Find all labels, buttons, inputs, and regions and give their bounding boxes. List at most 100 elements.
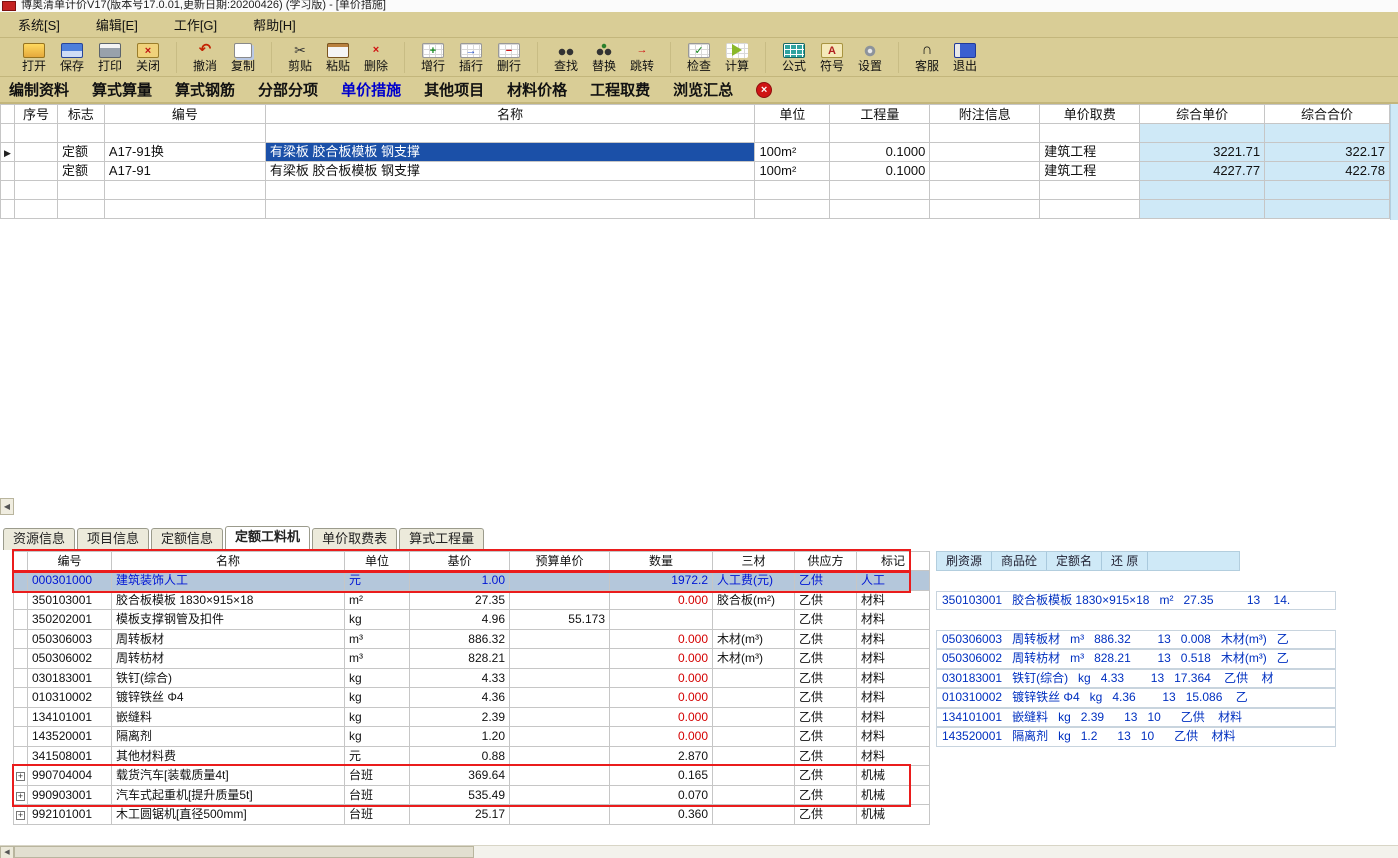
cell-supplier[interactable]: 乙供 bbox=[795, 571, 857, 591]
col-header-price[interactable]: 综合单价 bbox=[1140, 104, 1266, 124]
cell-unit[interactable]: m³ bbox=[345, 629, 410, 649]
expand-cell[interactable]: + bbox=[14, 668, 28, 688]
cell-base-price[interactable]: 27.35 bbox=[410, 590, 510, 610]
cell-total[interactable]: 322.17 bbox=[1265, 143, 1390, 162]
col-header-base-price[interactable]: 基价 bbox=[410, 551, 510, 571]
expand-plus-icon[interactable]: + bbox=[16, 791, 25, 801]
col-header-flag[interactable]: 标志 bbox=[57, 104, 105, 124]
nav-tab[interactable]: 工程取费 bbox=[590, 79, 650, 100]
cell-supplier[interactable]: 乙供 bbox=[795, 629, 857, 649]
cell-name[interactable]: 胶合板模板 1830×915×18 bbox=[112, 590, 345, 610]
cell-base-price[interactable]: 4.33 bbox=[410, 668, 510, 688]
cell-name[interactable]: 镀锌铁丝 Φ4 bbox=[112, 688, 345, 708]
cell-code[interactable]: 341508001 bbox=[28, 746, 112, 766]
cell-budget-price[interactable] bbox=[510, 707, 610, 727]
cell-supplier[interactable]: 乙供 bbox=[795, 727, 857, 747]
side-row[interactable]: 030183001 铁钉(综合) kg 4.33 13 17.364 乙供 材 bbox=[936, 668, 1336, 688]
expand-cell[interactable]: + bbox=[14, 571, 28, 591]
col-header-qty[interactable]: 工程量 bbox=[830, 104, 931, 124]
cell-seq[interactable] bbox=[14, 200, 58, 219]
cell-qty[interactable]: 0.000 bbox=[610, 727, 713, 747]
nav-tab[interactable]: 材料价格 bbox=[507, 79, 567, 100]
expand-cell[interactable]: + bbox=[14, 590, 28, 610]
cell-supplier[interactable]: 乙供 bbox=[795, 805, 857, 825]
cell-material[interactable] bbox=[713, 707, 795, 727]
detail-tab[interactable]: 算式工程量 bbox=[399, 528, 485, 550]
cell-total[interactable] bbox=[1265, 124, 1390, 143]
expand-cell[interactable]: + bbox=[14, 707, 28, 727]
cell-base-price[interactable]: 0.88 bbox=[410, 746, 510, 766]
cell-code[interactable]: 000301000 bbox=[28, 571, 112, 591]
cell-seq[interactable] bbox=[14, 181, 58, 200]
detail-tab[interactable]: 单价取费表 bbox=[312, 528, 398, 550]
cell-qty[interactable]: 0.1000 bbox=[830, 162, 931, 181]
toolbar-button[interactable]: 查找 bbox=[547, 42, 585, 73]
close-tab-icon[interactable]: × bbox=[756, 81, 773, 98]
cell-note[interactable] bbox=[930, 162, 1041, 181]
cell-code[interactable]: 134101001 bbox=[28, 707, 112, 727]
cell-supplier[interactable]: 乙供 bbox=[795, 590, 857, 610]
estimate-row[interactable]: ▶ 定额 A17-91换 有梁板 胶合板模板 钢支撑 100m² 0.1000 … bbox=[1, 143, 1390, 162]
cell-budget-price[interactable] bbox=[510, 571, 610, 591]
cell-qty[interactable]: 0.000 bbox=[610, 590, 713, 610]
cell-unit[interactable]: kg bbox=[345, 668, 410, 688]
cell-code[interactable]: 990704004 bbox=[28, 766, 112, 786]
scrollbar-thumb[interactable] bbox=[14, 846, 474, 858]
col-header-seq[interactable]: 序号 bbox=[14, 104, 58, 124]
cell-supplier[interactable]: 乙供 bbox=[795, 766, 857, 786]
cell-price[interactable] bbox=[1140, 200, 1266, 219]
toolbar-button[interactable]: 粘贴 bbox=[319, 42, 357, 73]
toolbar-button[interactable]: 保存 bbox=[53, 42, 91, 73]
cell-supplier[interactable]: 乙供 bbox=[795, 688, 857, 708]
expand-cell[interactable]: + bbox=[14, 688, 28, 708]
detail-row[interactable]: + 990704004 载货汽车[装载质量4t] 台班 369.64 0.165… bbox=[14, 766, 930, 786]
cell-name[interactable]: 载货汽车[装载质量4t] bbox=[112, 766, 345, 786]
detail-row[interactable]: + 350202001 模板支撑钢管及扣件 kg 4.96 55.173 乙供 … bbox=[14, 610, 930, 630]
bottom-horizontal-scrollbar[interactable]: ◀ bbox=[0, 845, 1398, 858]
col-header-total[interactable]: 综合合价 bbox=[1265, 104, 1390, 124]
side-row[interactable]: 143520001 隔离剂 kg 1.2 13 10 乙供 材料 bbox=[936, 727, 1336, 747]
cell-total[interactable]: 422.78 bbox=[1265, 162, 1390, 181]
cell-unit[interactable]: kg bbox=[345, 707, 410, 727]
toolbar-button[interactable]: 剪贴 bbox=[281, 42, 319, 73]
cell-mark[interactable]: 材料 bbox=[857, 707, 930, 727]
cell-unit[interactable] bbox=[755, 124, 831, 143]
cell-fee[interactable] bbox=[1040, 124, 1141, 143]
cell-price[interactable]: 3221.71 bbox=[1140, 143, 1266, 162]
cell-mark[interactable]: 机械 bbox=[857, 805, 930, 825]
cell-material[interactable] bbox=[713, 727, 795, 747]
cell-name[interactable]: 汽车式起重机[提升质量5t] bbox=[112, 785, 345, 805]
cell-qty[interactable] bbox=[610, 610, 713, 630]
cell-mark[interactable]: 材料 bbox=[857, 649, 930, 669]
cell-base-price[interactable]: 535.49 bbox=[410, 785, 510, 805]
menu-item[interactable]: 帮助[H] bbox=[253, 15, 296, 34]
cell-code[interactable]: 143520001 bbox=[28, 727, 112, 747]
cell-name[interactable]: 嵌缝料 bbox=[112, 707, 345, 727]
cell-flag[interactable] bbox=[57, 181, 105, 200]
expand-cell[interactable]: + bbox=[14, 785, 28, 805]
detail-row[interactable]: + 030183001 铁钉(综合) kg 4.33 0.000 乙供 材料 bbox=[14, 668, 930, 688]
cell-code[interactable] bbox=[104, 181, 266, 200]
cell-code[interactable]: 992101001 bbox=[28, 805, 112, 825]
cell-fee[interactable]: 建筑工程 bbox=[1040, 162, 1141, 181]
cell-total[interactable] bbox=[1265, 200, 1390, 219]
nav-tab[interactable]: 其他项目 bbox=[424, 79, 484, 100]
cell-name[interactable]: 周转枋材 bbox=[112, 649, 345, 669]
cell-supplier[interactable]: 乙供 bbox=[795, 668, 857, 688]
cell-name[interactable] bbox=[265, 124, 756, 143]
cell-fee[interactable]: 建筑工程 bbox=[1040, 143, 1141, 162]
cell-qty[interactable] bbox=[830, 124, 931, 143]
cell-qty[interactable]: 0.1000 bbox=[830, 143, 931, 162]
expand-cell[interactable]: + bbox=[14, 805, 28, 825]
cell-unit[interactable]: 台班 bbox=[345, 805, 410, 825]
col-header-code[interactable]: 编号 bbox=[28, 551, 112, 571]
cell-fee[interactable] bbox=[1040, 200, 1141, 219]
cell-material[interactable] bbox=[713, 746, 795, 766]
cell-material[interactable] bbox=[713, 688, 795, 708]
cell-seq[interactable] bbox=[14, 124, 58, 143]
cell-code[interactable]: 350202001 bbox=[28, 610, 112, 630]
col-header-unit[interactable]: 单位 bbox=[755, 104, 831, 124]
side-panel-button[interactable]: 还 原 bbox=[1102, 552, 1149, 570]
col-header-note[interactable]: 附注信息 bbox=[930, 104, 1041, 124]
menu-item[interactable]: 编辑[E] bbox=[96, 15, 138, 34]
